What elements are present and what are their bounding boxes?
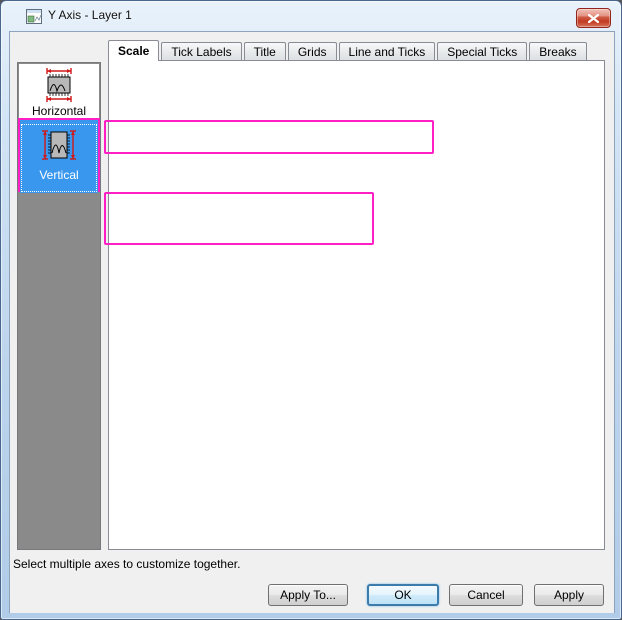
tab-tick-labels[interactable]: Tick Labels [161, 42, 241, 61]
axis-selector-list: Horizontal [17, 62, 101, 550]
close-icon [588, 14, 599, 23]
tab-title[interactable]: Title [244, 42, 286, 61]
window-title: Y Axis - Layer 1 [48, 8, 132, 22]
scale-tab-panel [108, 60, 605, 550]
dialog-y-axis-layer1: Y Axis - Layer 1 [0, 0, 622, 620]
status-text: Select multiple axes to customize togeth… [13, 557, 240, 571]
tab-scale[interactable]: Scale [108, 40, 159, 61]
cancel-button[interactable]: Cancel [449, 584, 523, 606]
tab-breaks[interactable]: Breaks [529, 42, 586, 61]
close-button[interactable] [576, 8, 611, 28]
axis-item-vertical[interactable]: Vertical [20, 123, 98, 193]
title-bar[interactable]: Y Axis - Layer 1 [1, 1, 621, 31]
tab-line-and-ticks[interactable]: Line and Ticks [339, 42, 436, 61]
apply-to-button[interactable]: Apply To... [268, 584, 348, 606]
vertical-item-highlight-box: Vertical [18, 118, 100, 192]
axis-item-label: Vertical [20, 168, 98, 182]
axis-item-label: Horizontal [19, 104, 99, 118]
ok-button[interactable]: OK [367, 584, 439, 606]
tab-grids[interactable]: Grids [288, 42, 337, 61]
axis-item-horizontal[interactable]: Horizontal [19, 64, 99, 118]
apply-button[interactable]: Apply [534, 584, 604, 606]
horizontal-axis-icon [35, 67, 83, 103]
tab-special-ticks[interactable]: Special Ticks [437, 42, 527, 61]
window-icon [26, 9, 42, 24]
tab-strip: Scale Tick Labels Title Grids Line and T… [108, 41, 589, 61]
vertical-axis-icon [35, 123, 83, 167]
